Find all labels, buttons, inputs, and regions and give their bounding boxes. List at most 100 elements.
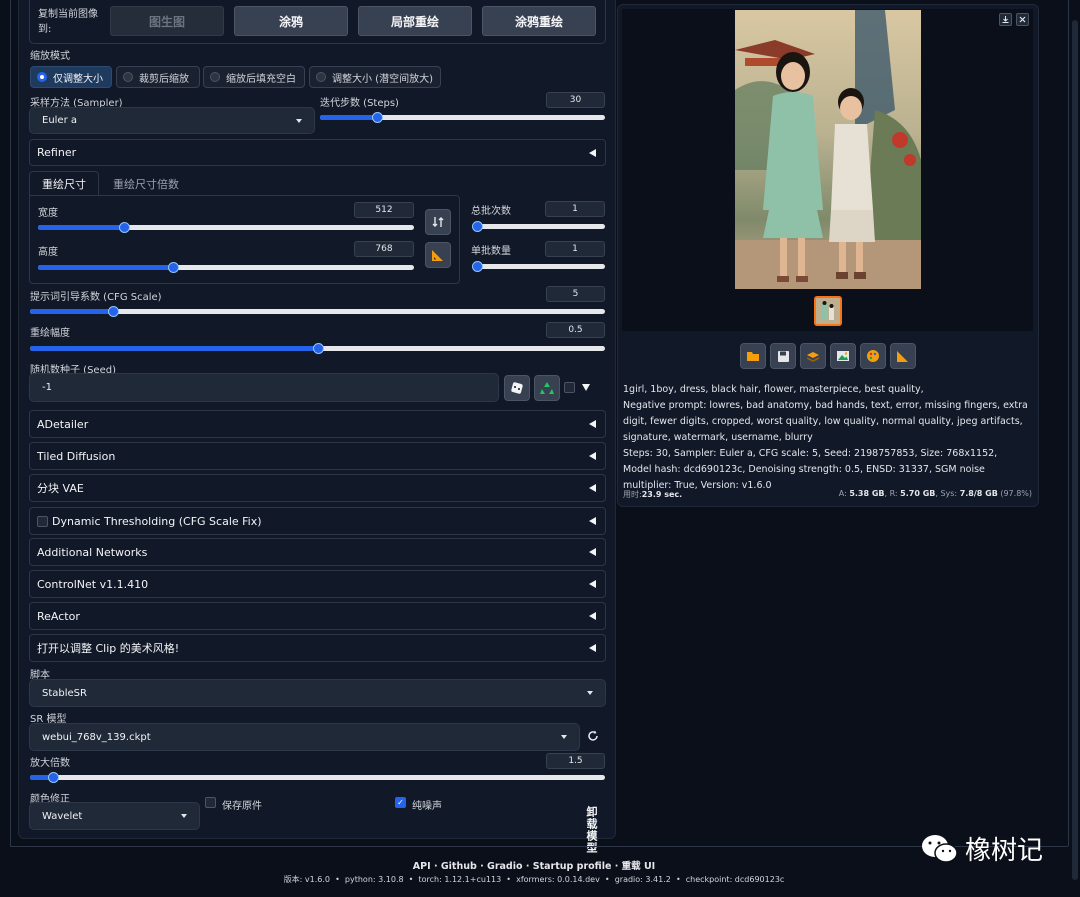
scrollbar-thumb[interactable]: [1072, 20, 1078, 880]
save-button[interactable]: [770, 343, 796, 369]
script-dropdown[interactable]: StableSR: [29, 679, 606, 707]
footer-version-line: 版本: v1.6.0 • python: 3.10.8 • torch: 1.1…: [283, 875, 785, 884]
swap-dimensions-button[interactable]: [425, 209, 451, 235]
enable-checkbox[interactable]: [37, 515, 48, 527]
radio-dot: [210, 72, 220, 82]
tab-size-scale[interactable]: 重绘尺寸倍数: [104, 171, 188, 196]
watermark-text: 橡树记: [965, 836, 1044, 866]
reuse-seed-button[interactable]: [534, 375, 560, 401]
collapse-triangle-icon: [589, 517, 596, 525]
send-to-img2img-button[interactable]: 图生图: [110, 6, 224, 36]
height-label: 高度: [38, 247, 58, 258]
gallery-thumbnail[interactable]: [814, 296, 842, 326]
slider-fill: [320, 115, 377, 120]
batch-count-input[interactable]: 1: [545, 201, 605, 217]
seed-input[interactable]: -1: [29, 373, 499, 402]
copy-to-label: 复制当前图像到:: [38, 9, 98, 35]
steps-label: 迭代步数 (Steps): [320, 98, 399, 109]
footer-link-api[interactable]: API: [413, 861, 431, 872]
tab-size[interactable]: 重绘尺寸: [29, 171, 99, 196]
collapse-triangle-icon: [589, 452, 596, 460]
footer-link-github[interactable]: Github: [441, 861, 477, 872]
sr-model-dropdown[interactable]: webui_768v_139.ckpt: [29, 723, 580, 751]
aspect-ratio-button[interactable]: [425, 242, 451, 268]
container-right-border: [1068, 0, 1069, 846]
prompt-text: 1girl, 1boy, dress, black hair, flower, …: [623, 384, 924, 395]
reactor-accordion[interactable]: ReActor: [29, 602, 606, 630]
zip-button[interactable]: [800, 343, 826, 369]
script-value: StableSR: [42, 687, 87, 699]
radio-label: 调整大小 (潜空间放大): [332, 73, 433, 85]
generation-params-text: Steps: 30, Sampler: Euler a, CFG scale: …: [623, 448, 998, 491]
refiner-accordion[interactable]: Refiner: [29, 139, 606, 166]
tiled-diffusion-accordion[interactable]: Tiled Diffusion: [29, 442, 606, 470]
slider-thumb[interactable]: [372, 112, 383, 123]
denoise-input[interactable]: 0.5: [546, 322, 605, 338]
collapse-triangle-icon: [589, 420, 596, 428]
slider-thumb[interactable]: [312, 343, 324, 354]
extra-seed-checkbox[interactable]: [564, 382, 575, 393]
denoise-slider[interactable]: [30, 343, 605, 354]
dynamic-thresholding-accordion[interactable]: Dynamic Thresholding (CFG Scale Fix): [29, 507, 606, 535]
cfg-input[interactable]: 5: [546, 286, 605, 302]
memory-info: A: 5.38 GB, R: 5.70 GB, Sys: 7.8/8 GB (9…: [838, 489, 1032, 498]
clip-style-accordion[interactable]: 打开以调整 Clip 的美术风格!: [29, 634, 606, 662]
batch-count-slider[interactable]: [472, 221, 605, 232]
send-to-inpaint-button[interactable]: 局部重绘: [358, 6, 472, 36]
pure-noise-checkbox[interactable]: ✓: [395, 797, 406, 808]
batch-size-input[interactable]: 1: [545, 241, 605, 257]
resize-mode-option-latent[interactable]: 调整大小 (潜空间放大): [309, 66, 441, 88]
chevron-down-icon: [181, 814, 187, 818]
steps-slider[interactable]: [320, 112, 605, 123]
send-to-inpaint-icon-button[interactable]: [860, 343, 886, 369]
send-to-img2img-icon-button[interactable]: [830, 343, 856, 369]
resize-mode-option-fill[interactable]: 缩放后填充空白: [203, 66, 305, 88]
swap-icon: [432, 217, 444, 227]
footer-link-reload-ui[interactable]: 重载 UI: [622, 861, 656, 872]
cfg-slider[interactable]: [30, 306, 605, 317]
mem-r-value: 5.70 GB: [900, 489, 936, 498]
open-folder-button[interactable]: [740, 343, 766, 369]
resize-mode-option-crop[interactable]: 裁剪后缩放: [116, 66, 200, 88]
page-scrollbar[interactable]: [1070, 0, 1080, 897]
adetailer-accordion[interactable]: ADetailer: [29, 410, 606, 438]
accordion-label: Refiner: [37, 146, 77, 159]
sampler-dropdown[interactable]: Euler a: [29, 107, 315, 134]
generated-image[interactable]: [735, 10, 921, 289]
width-input[interactable]: 512: [354, 202, 414, 218]
send-to-sketch-button[interactable]: 涂鸦: [234, 6, 348, 36]
height-slider[interactable]: [38, 262, 414, 273]
additional-networks-accordion[interactable]: Additional Networks: [29, 538, 606, 566]
height-input[interactable]: 768: [354, 241, 414, 257]
download-image-button[interactable]: [999, 13, 1012, 26]
slider-thumb[interactable]: [472, 261, 483, 272]
accordion-label: Dynamic Thresholding (CFG Scale Fix): [52, 514, 262, 528]
refresh-icon: [588, 730, 598, 741]
width-slider[interactable]: [38, 222, 414, 233]
slider-thumb[interactable]: [472, 221, 483, 232]
mem-r-label: R:: [889, 489, 898, 498]
close-preview-button[interactable]: [1016, 13, 1029, 26]
save-original-checkbox[interactable]: [205, 797, 216, 808]
scale-input[interactable]: 1.5: [546, 753, 605, 769]
random-seed-button[interactable]: [504, 375, 530, 401]
footer-link-startup-profile[interactable]: Startup profile: [533, 861, 612, 872]
send-to-inpaint-sketch-button[interactable]: 涂鸦重绘: [482, 6, 596, 36]
tiled-vae-accordion[interactable]: 分块 VAE: [29, 474, 606, 502]
slider-fill: [30, 346, 318, 351]
ruler-icon: [897, 351, 908, 362]
color-fix-dropdown[interactable]: Wavelet: [29, 802, 200, 830]
steps-input[interactable]: 30: [546, 92, 605, 108]
footer-link-gradio[interactable]: Gradio: [487, 861, 522, 872]
batch-count-label: 总批次数: [471, 206, 511, 217]
container-bottom-border: [10, 846, 1068, 847]
slider-thumb[interactable]: [48, 772, 59, 783]
send-to-extras-button[interactable]: [890, 343, 916, 369]
resize-mode-option-just-resize[interactable]: 仅调整大小: [30, 66, 112, 88]
extra-seed-toggle-icon[interactable]: [582, 384, 590, 391]
scale-slider[interactable]: [30, 772, 605, 783]
batch-size-slider[interactable]: [472, 261, 605, 272]
collapse-triangle-icon: [589, 580, 596, 588]
refresh-models-button[interactable]: [585, 730, 601, 746]
controlnet-accordion[interactable]: ControlNet v1.1.410: [29, 570, 606, 598]
